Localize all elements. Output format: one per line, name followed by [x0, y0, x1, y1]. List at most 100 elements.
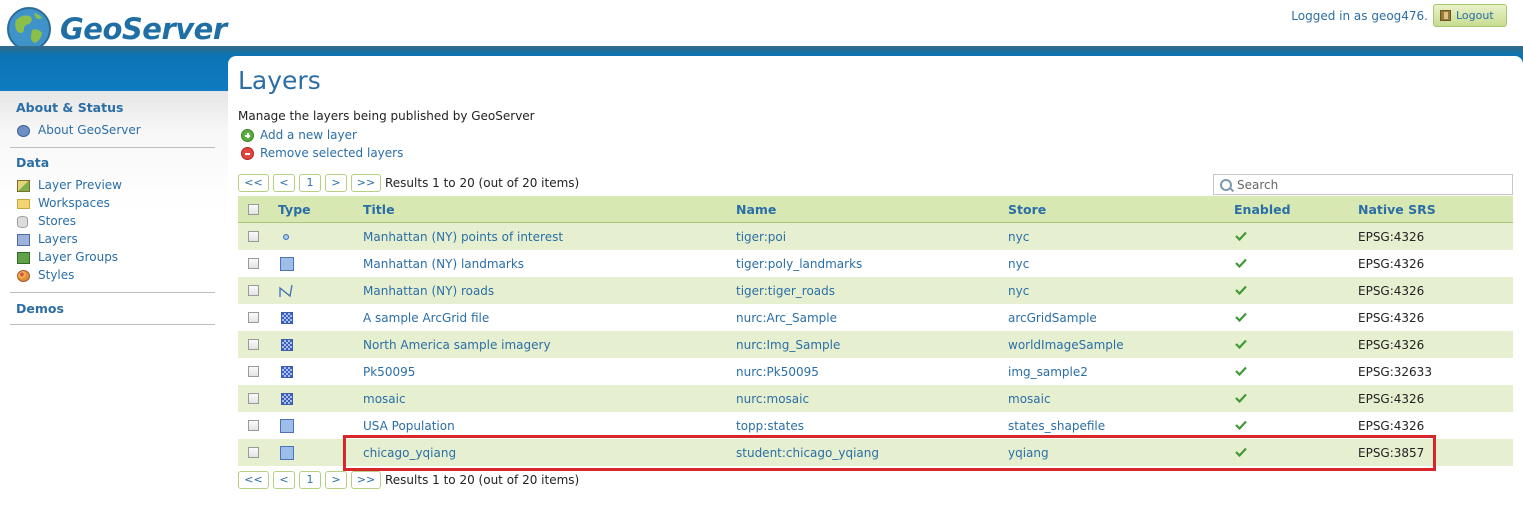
sidebar-divider [10, 292, 215, 293]
row-select-checkbox[interactable] [248, 231, 259, 242]
prev-page-button[interactable]: < [273, 471, 295, 489]
layers-icon [17, 234, 30, 246]
last-page-button[interactable]: >> [351, 471, 381, 489]
polygon-layer-icon [280, 446, 294, 460]
table-row: Manhattan (NY) roads tiger:tiger_roads nyc… [238, 277, 1513, 304]
page-description: Manage the layers being published by Geo… [238, 109, 535, 123]
polygon-layer-icon [280, 257, 294, 271]
enabled-check-icon [1235, 312, 1247, 322]
layer-preview-icon [17, 180, 30, 192]
next-page-button[interactable]: > [325, 174, 347, 192]
store-link[interactable]: mosaic [1008, 392, 1051, 406]
search-box[interactable] [1213, 174, 1513, 195]
folder-icon [17, 199, 30, 209]
table-row: Pk50095 nurc:Pk50095 img_sample2 EPSG:32633 [238, 358, 1513, 385]
row-select-checkbox[interactable] [248, 393, 259, 404]
enabled-check-icon [1235, 231, 1247, 241]
native-srs: EPSG:4326 [1358, 284, 1425, 298]
column-header-store[interactable]: Store [1008, 202, 1046, 217]
layer-name-link[interactable]: tiger:poi [736, 230, 786, 244]
column-header-name[interactable]: Name [736, 202, 776, 217]
layer-name-link[interactable]: tiger:tiger_roads [736, 284, 835, 298]
layer-title-link[interactable]: mosaic [363, 392, 406, 406]
table-header: Type Title Name Store Enabled Native SRS [238, 196, 1513, 223]
sidebar-section-demos[interactable]: Demos [16, 301, 64, 316]
enabled-check-icon [1235, 339, 1247, 349]
layer-title-link[interactable]: Manhattan (NY) roads [363, 284, 494, 298]
column-header-title[interactable]: Title [363, 202, 395, 217]
database-icon [17, 216, 28, 228]
highlight-box [343, 435, 1436, 471]
layer-name-link[interactable]: nurc:Arc_Sample [736, 311, 837, 325]
sidebar-section-about-status: About & Status [16, 100, 124, 115]
store-link[interactable]: img_sample2 [1008, 365, 1088, 379]
search-input[interactable] [1237, 176, 1507, 193]
layer-name-link[interactable]: nurc:Img_Sample [736, 338, 840, 352]
store-link[interactable]: nyc [1008, 284, 1029, 298]
sidebar-item-label: Layers [38, 232, 78, 246]
app-header: GeoServer Logged in as geog476. Logout [0, 0, 1523, 51]
table-row: Manhattan (NY) landmarks tiger:poly_landm… [238, 250, 1513, 277]
search-icon [1220, 179, 1232, 191]
page-title: Layers [238, 66, 321, 95]
enabled-check-icon [1235, 366, 1247, 376]
native-srs: EPSG:4326 [1358, 257, 1425, 271]
layer-name-link[interactable]: topp:states [736, 419, 804, 433]
next-page-button[interactable]: > [325, 471, 347, 489]
page-1-button[interactable]: 1 [299, 174, 321, 192]
layer-title-link[interactable]: Manhattan (NY) points of interest [363, 230, 563, 244]
page-1-button[interactable]: 1 [299, 471, 321, 489]
first-page-button[interactable]: << [238, 471, 269, 489]
raster-layer-icon [281, 339, 293, 351]
sidebar-item-label: About GeoServer [38, 123, 141, 137]
point-layer-icon [283, 234, 289, 240]
layer-name-link[interactable]: tiger:poly_landmarks [736, 257, 862, 271]
row-select-checkbox[interactable] [248, 447, 259, 458]
column-header-type[interactable]: Type [278, 202, 311, 217]
sidebar-item-label: Stores [38, 214, 76, 228]
last-page-button[interactable]: >> [351, 174, 381, 192]
layer-name-link[interactable]: nurc:mosaic [736, 392, 809, 406]
layer-title-link[interactable]: USA Population [363, 419, 455, 433]
layer-title-link[interactable]: Pk50095 [363, 365, 415, 379]
row-select-checkbox[interactable] [248, 420, 259, 431]
select-all-checkbox[interactable] [248, 204, 259, 215]
enabled-check-icon [1235, 420, 1247, 430]
sidebar-divider [10, 324, 215, 325]
native-srs: EPSG:4326 [1358, 311, 1425, 325]
info-icon [17, 125, 30, 137]
row-select-checkbox[interactable] [248, 366, 259, 377]
layer-name-link[interactable]: nurc:Pk50095 [736, 365, 819, 379]
results-count: Results 1 to 20 (out of 20 items) [385, 176, 580, 190]
enabled-check-icon [1235, 285, 1247, 295]
layer-title-link[interactable]: A sample ArcGrid file [363, 311, 489, 325]
logged-in-status: Logged in as geog476. [1291, 9, 1428, 23]
row-select-checkbox[interactable] [248, 339, 259, 350]
row-select-checkbox[interactable] [248, 285, 259, 296]
layer-groups-icon [17, 252, 30, 264]
table-row: North America sample imagery nurc:Img_Sam… [238, 331, 1513, 358]
enabled-check-icon [1235, 258, 1247, 268]
store-link[interactable]: nyc [1008, 230, 1029, 244]
logout-button[interactable]: Logout [1433, 4, 1507, 27]
layer-title-link[interactable]: North America sample imagery [363, 338, 551, 352]
store-link[interactable]: states_shapefile [1008, 419, 1105, 433]
store-link[interactable]: nyc [1008, 257, 1029, 271]
native-srs: EPSG:4326 [1358, 230, 1425, 244]
row-select-checkbox[interactable] [248, 312, 259, 323]
palette-icon [17, 270, 30, 282]
sidebar-section-data: Data [16, 155, 50, 170]
store-link[interactable]: arcGridSample [1008, 311, 1097, 325]
prev-page-button[interactable]: < [273, 174, 295, 192]
first-page-button[interactable]: << [238, 174, 269, 192]
results-count: Results 1 to 20 (out of 20 items) [385, 473, 580, 487]
column-header-native-srs[interactable]: Native SRS [1358, 202, 1436, 217]
sidebar-item-label: Workspaces [38, 196, 110, 210]
column-header-enabled[interactable]: Enabled [1234, 202, 1291, 217]
polygon-layer-icon [280, 419, 294, 433]
sidebar-item-label: Layer Preview [38, 178, 122, 192]
store-link[interactable]: worldImageSample [1008, 338, 1124, 352]
layer-title-link[interactable]: Manhattan (NY) landmarks [363, 257, 524, 271]
row-select-checkbox[interactable] [248, 258, 259, 269]
app-name: GeoServer [60, 12, 227, 46]
